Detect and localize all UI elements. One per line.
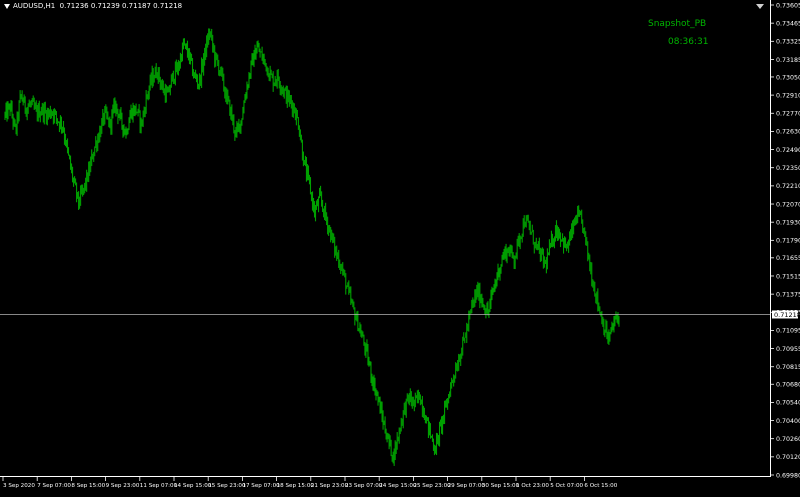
y-tick-label: 0.73185 (776, 57, 800, 64)
y-tick-label: 0.72910 (776, 92, 800, 99)
snapshot-time: 08:36:31 (668, 37, 709, 47)
y-tick-label: 0.70815 (776, 364, 800, 371)
y-tick-label: 0.73050 (776, 74, 800, 81)
price-series (4, 28, 620, 466)
y-tick-label: 0.73325 (776, 39, 800, 46)
x-tick-label: 17 Sep 07:00 (242, 483, 280, 489)
current-price-tag: 0.71218 (774, 311, 800, 319)
x-tick-label: 23 Sep 07:00 (345, 483, 383, 489)
y-tick-label: 0.69980 (776, 472, 800, 479)
y-tick-label: 0.71095 (776, 328, 800, 335)
x-tick-label: 5 Oct 07:00 (550, 483, 583, 489)
x-tick-label: 25 Sep 23:00 (413, 483, 451, 489)
y-tick-label: 0.73605 (776, 2, 800, 9)
y-tick-label: 0.71655 (776, 255, 800, 262)
y-tick-label: 0.72770 (776, 111, 800, 118)
y-tick-label: 0.72350 (776, 165, 800, 172)
y-tick-label: 0.70260 (776, 436, 800, 443)
y-tick-label: 0.73465 (776, 20, 800, 27)
x-tick-label: 3 Sep 2020 (3, 483, 35, 489)
collapse-triangle-icon[interactable] (4, 3, 10, 9)
x-tick-label: 24 Sep 15:00 (379, 483, 417, 489)
x-tick-label: 8 Sep 15:00 (71, 483, 105, 489)
y-tick-label: 0.72070 (776, 201, 800, 208)
y-tick-label: 0.71375 (776, 291, 800, 298)
x-axis: 3 Sep 2020 7 Sep 07:00 8 Sep 15:00 9 Sep 23… (2, 477, 618, 489)
y-tick-label: 0.70680 (776, 382, 800, 389)
chart-canvas[interactable]: 0.73605 0.73465 0.73325 0.73185 0.73050 0.729… (0, 0, 800, 493)
y-tick-label: 0.70400 (776, 418, 800, 425)
symbol-header: AUDUSD,H1 0.71236 0.71239 0.71187 0.7121… (4, 2, 182, 10)
y-tick-label: 0.72210 (776, 183, 800, 190)
x-tick-label: 18 Sep 15:00 (277, 483, 315, 489)
snapshot-name: Snapshot_PB (648, 19, 707, 29)
y-tick-label: 0.72630 (776, 129, 800, 136)
chart-shift-triangle-icon[interactable] (756, 4, 764, 9)
x-tick-label: 1 Oct 23:00 (516, 483, 549, 489)
x-tick-label: 14 Sep 15:00 (174, 483, 212, 489)
x-tick-label: 29 Sep 07:00 (448, 483, 486, 489)
price-chart[interactable]: 0.73605 0.73465 0.73325 0.73185 0.73050 0.729… (0, 0, 800, 493)
y-tick-label: 0.72490 (776, 147, 800, 154)
x-tick-label: 15 Sep 23:00 (208, 483, 246, 489)
x-tick-label: 9 Sep 23:00 (106, 483, 140, 489)
symbol-label: AUDUSD,H1 (13, 2, 56, 10)
x-tick-label: 21 Sep 23:00 (311, 483, 349, 489)
y-tick-label: 0.71930 (776, 219, 800, 226)
y-tick-label: 0.71790 (776, 238, 800, 245)
y-tick-label: 0.70540 (776, 400, 800, 407)
ohlc-values: 0.71236 0.71239 0.71187 0.71218 (59, 2, 183, 10)
y-tick-label: 0.71515 (776, 273, 800, 280)
x-tick-label: 11 Sep 07:00 (140, 483, 178, 489)
y-axis: 0.73605 0.73465 0.73325 0.73185 0.73050 0.729… (770, 2, 800, 479)
y-tick-label: 0.70120 (776, 454, 800, 461)
x-tick-label: 30 Sep 15:00 (482, 483, 520, 489)
x-tick-label: 6 Oct 15:00 (584, 483, 617, 489)
x-tick-label: 7 Sep 07:00 (37, 483, 71, 489)
y-tick-label: 0.70955 (776, 346, 800, 353)
